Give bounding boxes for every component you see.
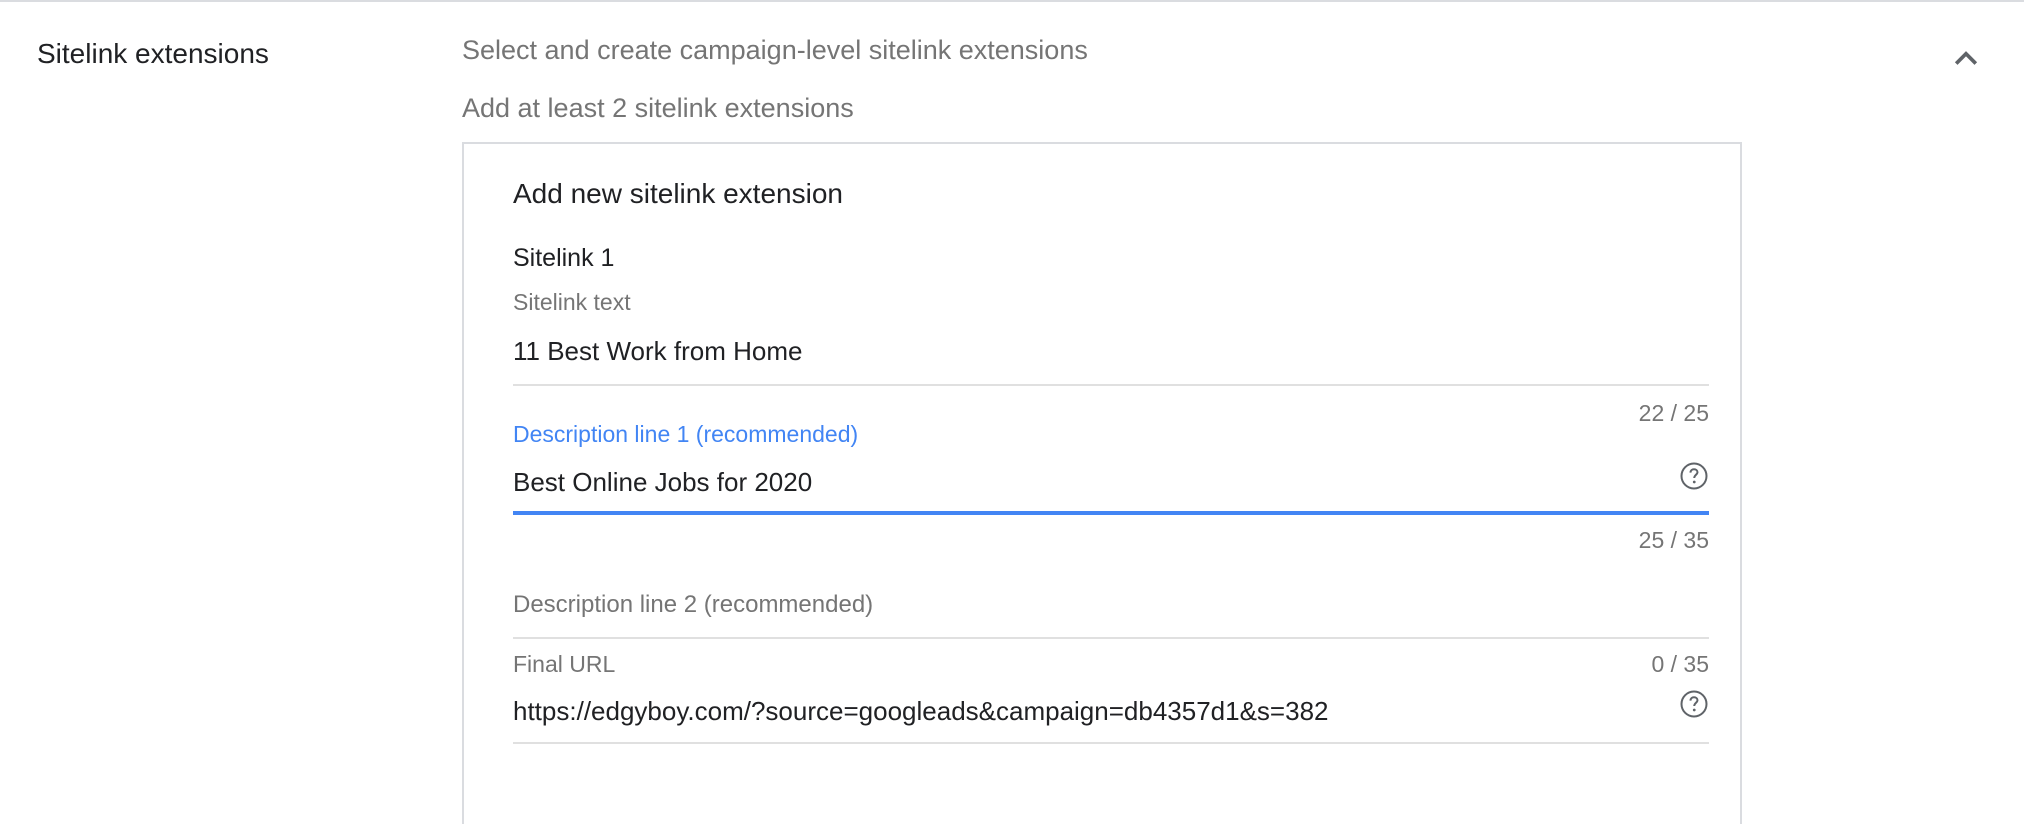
- collapse-section-button[interactable]: [1946, 40, 1986, 80]
- sitelink-text-label: Sitelink text: [513, 289, 631, 315]
- description-line-1-underline-focused: [513, 511, 1709, 515]
- section-hint: Add at least 2 sitelink extensions: [462, 93, 854, 123]
- chevron-up-icon: [1949, 41, 1983, 80]
- final-url-input[interactable]: https://edgyboy.com/?source=googleads&ca…: [513, 696, 1613, 727]
- sitelink-text-input[interactable]: 11 Best Work from Home: [513, 336, 1663, 367]
- description-line-2-underline: [513, 637, 1709, 639]
- description-line-1-counter: 25 / 35: [1638, 527, 1709, 553]
- description-line-2-counter: 0 / 35: [1651, 651, 1709, 677]
- section-title: Sitelink extensions: [37, 38, 269, 69]
- section-subtitle: Select and create campaign-level sitelin…: [462, 35, 1088, 65]
- final-url-label: Final URL: [513, 651, 616, 677]
- final-url-help-button[interactable]: [1679, 689, 1709, 719]
- description-line-1-label: Description line 1 (recommended): [513, 421, 859, 447]
- help-circle-icon: [1679, 462, 1709, 495]
- sitelink-group-label: Sitelink 1: [513, 244, 615, 272]
- sitelink-text-counter: 22 / 25: [1638, 400, 1709, 426]
- help-circle-icon: [1679, 690, 1709, 723]
- card-title: Add new sitelink extension: [513, 178, 843, 209]
- sitelink-text-underline: [513, 384, 1709, 386]
- description-line-1-help-button[interactable]: [1679, 461, 1709, 491]
- description-line-1-input[interactable]: Best Online Jobs for 2020: [513, 467, 1613, 498]
- sitelink-card: Add new sitelink extension Sitelink 1 Si…: [462, 142, 1742, 824]
- final-url-underline: [513, 742, 1709, 744]
- description-line-2-input[interactable]: Description line 2 (recommended): [513, 591, 873, 619]
- top-divider: [0, 0, 2024, 2]
